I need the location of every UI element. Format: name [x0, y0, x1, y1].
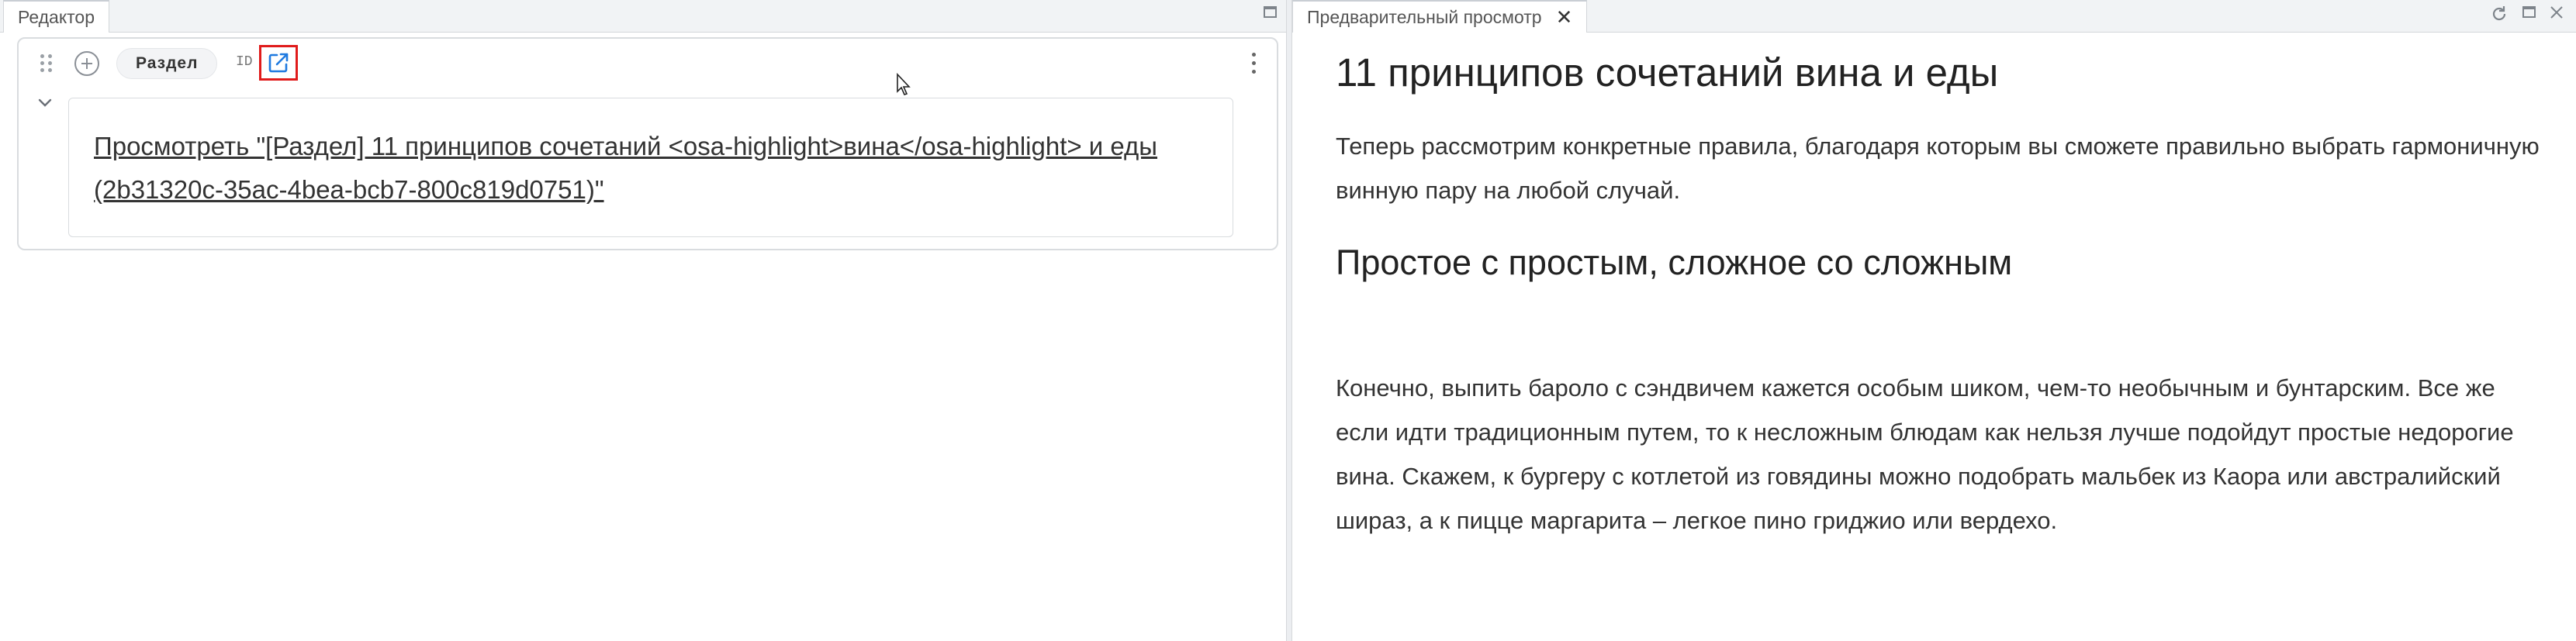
external-link-icon	[268, 53, 289, 73]
block-body: Просмотреть "[Раздел] 11 принципов сочет…	[68, 98, 1233, 237]
maximize-icon[interactable]	[1263, 5, 1278, 25]
section-block: Раздел ID Просмотреть "[Раздел] 11 принц…	[17, 37, 1278, 250]
maximize-icon[interactable]	[2522, 5, 2537, 25]
close-icon[interactable]	[2549, 5, 2564, 25]
preview-paragraph: Конечно, выпить бароло с сэндвичем кажет…	[1336, 374, 2514, 534]
drag-handle-icon[interactable]	[39, 53, 54, 74]
view-section-link[interactable]: Просмотреть "[Раздел] 11 принципов сочет…	[94, 132, 1157, 204]
preview-paragraph: Теперь рассмотрим конкретные правила, бл…	[1336, 133, 2540, 204]
plus-circle-icon[interactable]	[74, 51, 99, 76]
mouse-cursor-icon	[896, 72, 911, 96]
preview-subheading: Простое с простым, сложное со сложным	[1336, 243, 2013, 282]
chevron-down-icon[interactable]	[37, 93, 53, 113]
preview-heading: 11 принципов сочетаний вина и еды	[1336, 50, 1999, 95]
editor-tabbar: Редактор	[0, 0, 1290, 33]
tab-editor-label: Редактор	[18, 6, 95, 27]
tab-preview[interactable]: Предварительный просмотр ✕	[1292, 0, 1588, 33]
preview-pane: Предварительный просмотр ✕ 11 принципов …	[1292, 0, 2576, 641]
refresh-icon[interactable]	[2490, 5, 2509, 28]
open-link-button[interactable]	[259, 45, 298, 81]
pane-splitter[interactable]	[1286, 0, 1292, 641]
tab-preview-label: Предварительный просмотр	[1307, 6, 1542, 27]
tab-editor[interactable]: Редактор	[3, 0, 110, 33]
more-vertical-icon[interactable]	[1250, 50, 1257, 78]
editor-pane: Редактор Раздел ID Просмотреть "[Раздел]…	[0, 0, 1291, 641]
block-id-label[interactable]: ID	[236, 54, 253, 70]
block-type-pill[interactable]: Раздел	[116, 48, 218, 79]
close-icon[interactable]: ✕	[1556, 7, 1573, 27]
block-type-label: Раздел	[136, 54, 199, 72]
preview-tabbar: Предварительный просмотр ✕	[1292, 0, 2576, 33]
preview-content: 11 принципов сочетаний вина и еды Теперь…	[1336, 33, 2546, 543]
